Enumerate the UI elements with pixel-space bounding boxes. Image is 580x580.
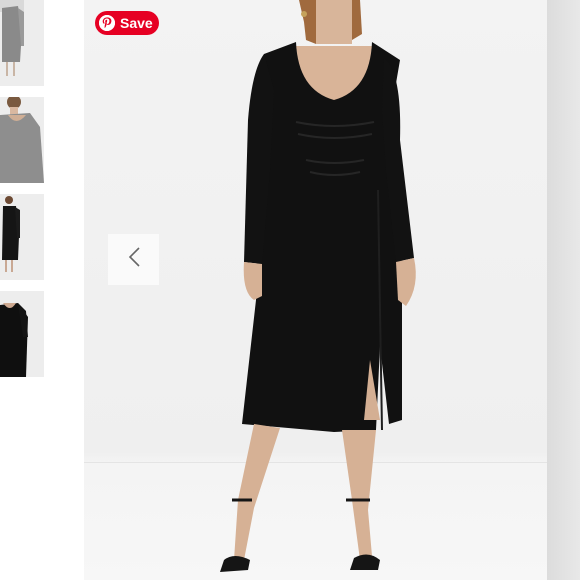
chevron-left-icon: [127, 246, 141, 273]
main-product-image: [84, 0, 547, 580]
thumbnail-3[interactable]: [0, 194, 44, 280]
dress-thumbnail-4-image: [0, 291, 44, 377]
dress-thumbnail-1-image: [0, 0, 44, 86]
pinterest-icon: [99, 15, 115, 31]
thumbnail-2[interactable]: [0, 97, 44, 183]
pinterest-save-button[interactable]: Save: [95, 11, 159, 35]
next-image-preview[interactable]: [547, 0, 580, 580]
dress-thumbnail-2-image: [0, 97, 44, 183]
dress-thumbnail-3-image: [0, 194, 44, 280]
thumbnail-1[interactable]: [0, 0, 44, 86]
save-label: Save: [120, 15, 153, 31]
previous-image-button[interactable]: [108, 234, 159, 285]
black-long-sleeve-midi-dress-photo: [220, 0, 416, 572]
thumbnail-4[interactable]: [0, 291, 44, 377]
thumbnail-strip: [0, 0, 46, 580]
